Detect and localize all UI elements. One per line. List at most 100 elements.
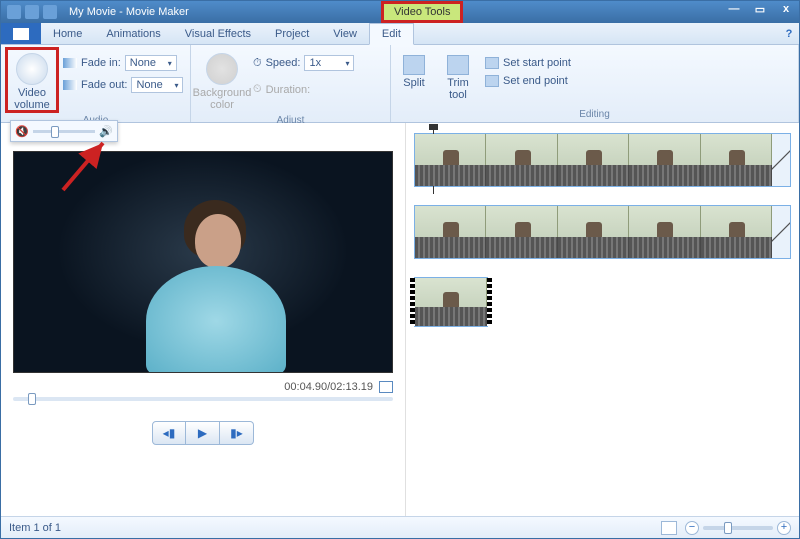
mute-icon[interactable]: 🔇 xyxy=(15,125,29,138)
clip-thumbnail[interactable] xyxy=(629,134,700,186)
trim-tool-label: Trim tool xyxy=(441,77,475,101)
video-volume-button[interactable]: Video volume xyxy=(7,49,57,111)
split-button[interactable]: Split xyxy=(397,49,431,89)
playback-time: 00:04.90/02:13.19 xyxy=(284,381,373,393)
ribbon-group-label: Editing xyxy=(391,109,798,122)
zoom-out-button[interactable]: − xyxy=(685,521,699,535)
ribbon-group-adjust: Background color ⏱ Speed: 1x ▾ ⏲ Duratio… xyxy=(191,45,391,122)
split-label: Split xyxy=(403,77,424,89)
end-point-icon xyxy=(485,75,499,87)
volume-slider-popup[interactable]: 🔇 🔊 xyxy=(10,120,118,142)
ribbon-group-audio: Video volume Fade in: None ▾ Fade out: xyxy=(1,45,191,122)
clip-thumbnail[interactable] xyxy=(486,206,557,258)
window-title: My Movie - Movie Maker xyxy=(69,6,189,18)
volume-slider-thumb[interactable] xyxy=(51,126,59,138)
clip-thumbnail[interactable] xyxy=(629,206,700,258)
titlebar: My Movie - Movie Maker Video Tools — ▭ x xyxy=(1,1,799,23)
fade-out-icon xyxy=(63,80,77,90)
zoom-thumb[interactable] xyxy=(724,522,732,534)
film-strip-edge xyxy=(487,278,492,326)
set-start-point-button[interactable]: Set start point xyxy=(485,57,571,69)
trim-tool-button[interactable]: Trim tool xyxy=(441,49,475,101)
background-color-button[interactable]: Background color xyxy=(197,49,247,111)
chevron-down-icon: ▾ xyxy=(174,81,178,90)
clip-thumbnail[interactable] xyxy=(415,278,487,326)
zoom-in-button[interactable]: + xyxy=(777,521,791,535)
tab-animations[interactable]: Animations xyxy=(94,23,172,44)
start-point-icon xyxy=(485,57,499,69)
status-bar: Item 1 of 1 − + xyxy=(1,516,799,538)
tab-home[interactable]: Home xyxy=(41,23,94,44)
ribbon-group-editing: Split Trim tool Set start point Set end … xyxy=(391,45,799,122)
speed-icon: ⏱ xyxy=(253,57,262,70)
video-preview[interactable] xyxy=(13,151,393,373)
video-volume-label: Video volume xyxy=(7,87,57,111)
qat-undo-icon[interactable] xyxy=(25,5,39,19)
app-window: My Movie - Movie Maker Video Tools — ▭ x… xyxy=(0,0,800,539)
view-mode-icon[interactable] xyxy=(661,521,677,535)
palette-icon xyxy=(206,53,238,85)
fade-in-icon xyxy=(63,58,77,68)
previous-frame-button[interactable]: ◂▮ xyxy=(152,421,186,445)
status-item-count: Item 1 of 1 xyxy=(9,522,61,534)
file-menu-button[interactable] xyxy=(1,23,41,44)
clip-thumbnail[interactable] xyxy=(701,134,772,186)
background-color-label: Background color xyxy=(193,87,252,111)
duration-label: Duration: xyxy=(266,84,311,96)
timeline-clip-row[interactable] xyxy=(414,133,791,187)
trim-icon xyxy=(447,55,469,75)
clip-end xyxy=(772,134,790,186)
fullscreen-icon[interactable] xyxy=(379,381,393,393)
clip-thumbnail[interactable] xyxy=(415,134,486,186)
fade-in-dropdown[interactable]: None ▾ xyxy=(125,55,177,71)
volume-slider-track[interactable] xyxy=(33,130,96,133)
seek-bar[interactable] xyxy=(1,397,405,413)
clip-end xyxy=(772,206,790,258)
timeline-clip-row[interactable] xyxy=(414,277,488,327)
split-icon xyxy=(403,55,425,75)
fade-out-label: Fade out: xyxy=(81,79,127,91)
qat-redo-icon[interactable] xyxy=(43,5,57,19)
help-button[interactable]: ? xyxy=(779,23,799,44)
seek-thumb[interactable] xyxy=(28,393,36,405)
speed-label: Speed: xyxy=(266,57,301,69)
file-menu-icon xyxy=(13,28,29,40)
quick-access-toolbar xyxy=(1,5,63,19)
clip-thumbnail[interactable] xyxy=(415,206,486,258)
preview-pane: 00:04.90/02:13.19 ◂▮ ▶ ▮▸ xyxy=(1,123,406,516)
fade-in-value: None xyxy=(130,57,156,69)
fade-out-value: None xyxy=(136,79,162,91)
tab-edit[interactable]: Edit xyxy=(369,23,414,45)
fade-in-label: Fade in: xyxy=(81,57,121,69)
chevron-down-icon: ▾ xyxy=(168,59,172,68)
tab-view[interactable]: View xyxy=(321,23,369,44)
workspace: 00:04.90/02:13.19 ◂▮ ▶ ▮▸ xyxy=(1,123,799,516)
ribbon: Video volume Fade in: None ▾ Fade out: xyxy=(1,45,799,123)
maximize-button[interactable]: ▭ xyxy=(747,3,773,21)
play-button[interactable]: ▶ xyxy=(186,421,220,445)
timeline-pane xyxy=(406,123,799,516)
zoom-slider[interactable] xyxy=(703,526,773,530)
clip-thumbnail[interactable] xyxy=(486,134,557,186)
minimize-button[interactable]: — xyxy=(721,3,747,21)
speed-dropdown[interactable]: 1x ▾ xyxy=(304,55,354,71)
speaker-icon xyxy=(16,53,48,85)
set-start-label: Set start point xyxy=(503,57,571,69)
clip-thumbnail[interactable] xyxy=(558,134,629,186)
qat-icon[interactable] xyxy=(7,5,21,19)
set-end-label: Set end point xyxy=(503,75,568,87)
clip-thumbnail[interactable] xyxy=(701,206,772,258)
tab-project[interactable]: Project xyxy=(263,23,321,44)
timeline-clip-row[interactable] xyxy=(414,205,791,259)
tab-visual-effects[interactable]: Visual Effects xyxy=(173,23,263,44)
next-frame-button[interactable]: ▮▸ xyxy=(220,421,254,445)
ribbon-tabs: Home Animations Visual Effects Project V… xyxy=(1,23,799,45)
clip-thumbnail[interactable] xyxy=(558,206,629,258)
contextual-tab-video-tools[interactable]: Video Tools xyxy=(381,1,463,23)
duration-icon: ⏲ xyxy=(253,83,262,96)
fade-out-dropdown[interactable]: None ▾ xyxy=(131,77,183,93)
speed-value: 1x xyxy=(309,57,321,69)
set-end-point-button[interactable]: Set end point xyxy=(485,75,571,87)
close-button[interactable]: x xyxy=(773,3,799,21)
speaker-icon[interactable]: 🔊 xyxy=(99,125,113,138)
